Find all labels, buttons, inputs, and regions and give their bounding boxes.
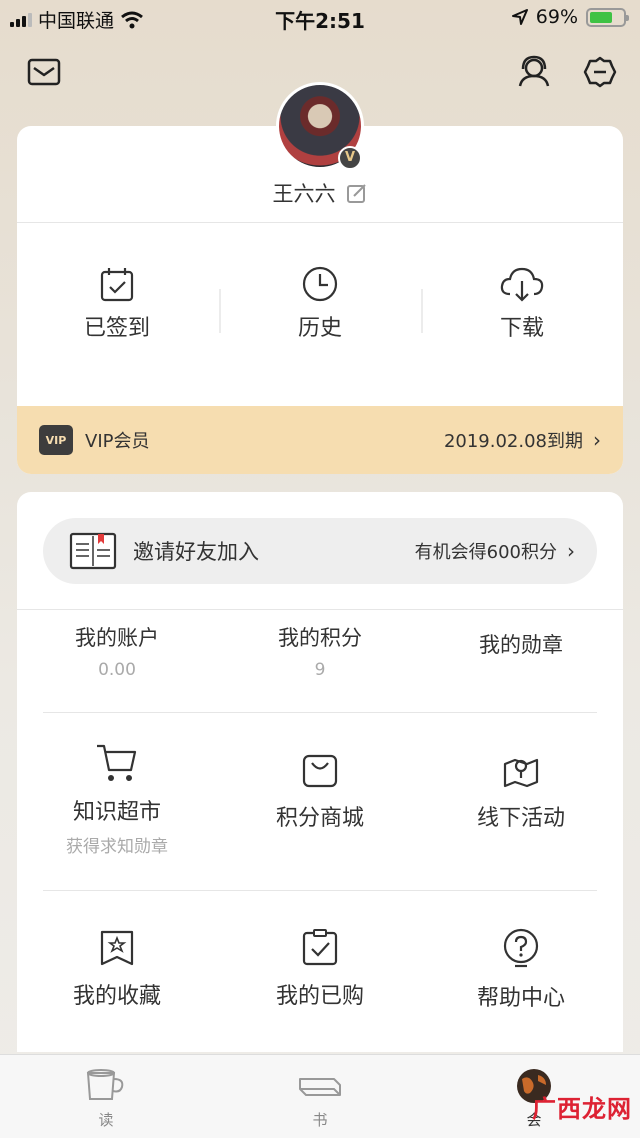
points-value: 9 [314,660,326,680]
points-stat[interactable]: 我的积分 9 [220,622,420,680]
points-title: 我的积分 [278,626,362,650]
knowledge-market-title: 知识超市 [72,800,161,825]
history-label: 历史 [297,316,342,341]
status-bar: 中国联通 下午2:51 69% [0,0,640,36]
signin-label: 已签到 [83,316,150,341]
calendar-check-icon [100,268,134,302]
vip-avatar-badge: V [338,146,362,170]
shopping-bag-icon [302,754,338,788]
tab-book-label: 书 [312,1111,328,1129]
download-label: 下载 [499,316,544,341]
stats-divider [43,712,597,713]
watermark: 广西龙网 [532,1095,632,1123]
map-pin-icon [503,758,539,788]
profile-card: 王六六 已签到 历史 下载 VIP VIP会员 2019.02.08到期 › [17,126,623,474]
book-open-icon [69,532,117,570]
chevron-right-icon: › [567,539,575,563]
cloud-download-icon [500,267,544,302]
menu-card: 邀请好友加入 有机会得600积分 › 我的账户 0.00 我的积分 9 我的勋章… [17,492,623,1052]
tab-bar: 读 书 会 广西龙网 [0,1054,640,1138]
download-button[interactable]: 下载 [442,264,602,342]
offline-events-title: 线下活动 [476,806,565,831]
book-icon [299,1078,341,1096]
offline-events-button[interactable]: 线下活动 [421,750,621,832]
signin-button[interactable]: 已签到 [37,264,197,342]
settings-icon[interactable] [580,52,620,92]
purchased-button[interactable]: 我的已购 [220,928,420,1010]
invite-banner[interactable]: 邀请好友加入 有机会得600积分 › [43,518,597,584]
profile-divider [17,222,623,223]
vip-bar[interactable]: VIP VIP会员 2019.02.08到期 › [17,406,623,474]
cart-icon [97,744,137,781]
help-center-button[interactable]: 帮助中心 [421,928,621,1012]
invite-subtitle: 有机会得600积分 [414,542,557,563]
status-right: 69% [511,6,629,28]
purchased-clipboard-icon [302,929,338,966]
username: 王六六 [272,182,336,206]
knowledge-market-subtitle: 获得求知勋章 [66,837,168,857]
medals-stat[interactable]: 我的勋章 [421,629,621,659]
history-button[interactable]: 历史 [240,264,400,342]
username-row: 王六六 [17,178,623,208]
battery-percent: 69% [535,6,578,28]
tab-read-label: 读 [98,1111,114,1129]
favorites-title: 我的收藏 [72,984,161,1009]
invite-divider [17,609,623,610]
points-mall-button[interactable]: 积分商城 [220,750,420,832]
bookmark-star-icon [100,930,134,966]
favorites-button[interactable]: 我的收藏 [17,928,217,1010]
edit-icon[interactable] [346,182,368,204]
medals-title: 我的勋章 [479,633,563,657]
cup-icon [86,1069,124,1100]
grid-divider [43,890,597,891]
vip-label: VIP会员 [85,431,150,452]
points-mall-title: 积分商城 [275,806,364,831]
account-stat[interactable]: 我的账户 0.00 [17,622,217,680]
action-separator [219,289,221,333]
help-bulb-icon [503,928,539,968]
mail-icon[interactable] [24,52,64,92]
customer-service-icon[interactable] [514,52,554,92]
vip-expire-date: 2019.02.08到期 [443,431,583,452]
invite-title: 邀请好友加入 [133,540,259,564]
battery-icon [586,7,629,27]
action-separator [421,289,423,333]
tab-read[interactable]: 读 [46,1067,166,1130]
account-value: 0.00 [98,660,136,680]
help-center-title: 帮助中心 [476,986,565,1011]
purchased-title: 我的已购 [275,984,364,1009]
vip-icon: VIP [39,425,73,455]
knowledge-market-button[interactable]: 知识超市 获得求知勋章 [17,742,217,857]
location-arrow-icon [511,9,528,25]
chevron-right-icon: › [593,428,601,452]
account-title: 我的账户 [75,626,159,650]
clock-icon [302,266,338,302]
tab-book[interactable]: 书 [260,1067,380,1130]
